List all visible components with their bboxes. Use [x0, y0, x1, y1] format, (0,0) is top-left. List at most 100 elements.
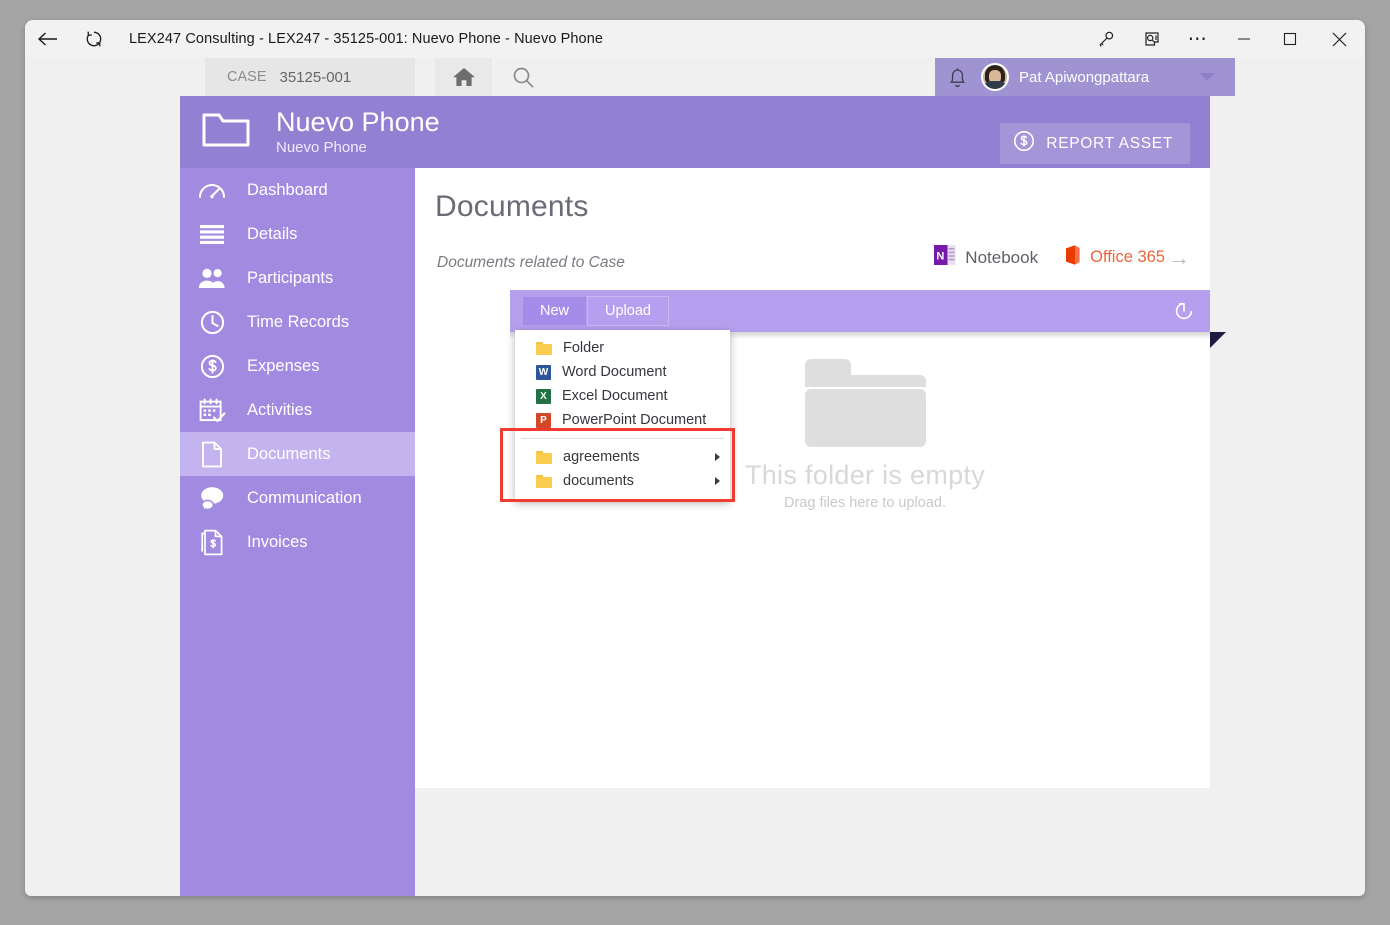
refresh-circular-icon[interactable]: [1172, 299, 1196, 323]
annotation-icon[interactable]: [1129, 20, 1175, 58]
empty-folder-icon: [804, 359, 926, 447]
toolbar-corner-marker: [1210, 332, 1226, 348]
app-top-navigation: CASE 35125-001 Pat Apiwongpattara: [180, 58, 1365, 96]
gauge-icon: [195, 179, 229, 201]
new-button-label: New: [540, 303, 570, 319]
empty-folder-state: This folder is empty Drag files here to …: [715, 353, 1015, 511]
key-icon[interactable]: [1083, 20, 1129, 58]
sidebar-item-expenses[interactable]: Expenses: [180, 344, 415, 388]
sidebar-item-label: Communication: [247, 488, 362, 507]
sidebar-item-label: Activities: [247, 400, 313, 419]
folder-icon: [536, 341, 552, 355]
refresh-icon[interactable]: [71, 20, 117, 58]
sidebar-item-invoices[interactable]: Invoices: [180, 520, 415, 564]
office365-link[interactable]: Office 365 →: [1064, 244, 1190, 271]
record-header: Nuevo Phone Nuevo Phone REPORT ASSET: [180, 96, 1210, 168]
submenu-arrow-icon[interactable]: [715, 477, 720, 485]
case-indicator[interactable]: CASE 35125-001: [205, 58, 415, 96]
sidebar-item-documents[interactable]: Documents: [180, 432, 415, 476]
invoice-icon: [195, 529, 229, 556]
office365-icon: [1064, 244, 1081, 271]
calendar-check-icon: [195, 397, 229, 423]
powerpoint-icon: P: [536, 412, 551, 428]
documents-content-panel: Documents Documents related to Case N No…: [415, 168, 1226, 788]
report-asset-label: REPORT ASSET: [1046, 134, 1173, 152]
dollar-circle-icon: [195, 354, 229, 379]
record-subtitle: Nuevo Phone: [276, 139, 367, 157]
maximize-icon[interactable]: [1267, 20, 1313, 58]
case-label: CASE: [227, 69, 267, 85]
notebook-label: Notebook: [965, 247, 1039, 267]
sidebar-navigation: Dashboard Details Participants Time Reco…: [180, 168, 415, 896]
menu-item-agreements[interactable]: agreements: [515, 445, 730, 469]
new-dropdown-menu: Folder W Word Document X Excel Document …: [515, 330, 730, 500]
empty-state-title: This folder is empty: [744, 460, 986, 490]
content-page-title: Documents: [435, 190, 589, 223]
title-bar: LEX247 Consulting - LEX247 - 35125-001: …: [25, 20, 1365, 58]
notification-bell-icon[interactable]: [935, 58, 979, 96]
menu-item-word-document[interactable]: W Word Document: [515, 360, 730, 384]
empty-state-hint: Drag files here to upload.: [783, 495, 946, 511]
documents-toolbar: New Upload: [510, 290, 1210, 332]
new-button[interactable]: New: [522, 296, 588, 326]
content-page-subtitle: Documents related to Case: [437, 254, 625, 271]
lines-icon: [195, 224, 229, 244]
svg-text:N: N: [937, 250, 945, 262]
document-icon: [195, 441, 229, 468]
user-name: Pat Apiwongpattara: [1019, 68, 1150, 86]
menu-item-label: Word Document: [562, 364, 667, 380]
sidebar-item-label: Details: [247, 224, 298, 243]
sidebar-item-participants[interactable]: Participants: [180, 256, 415, 300]
menu-item-documents[interactable]: documents: [515, 469, 730, 493]
menu-item-powerpoint-document[interactable]: P PowerPoint Document: [515, 408, 730, 432]
sidebar-item-label: Documents: [247, 444, 331, 463]
window-title: LEX247 Consulting - LEX247 - 35125-001: …: [129, 31, 604, 47]
sidebar-item-label: Time Records: [247, 312, 350, 331]
upload-button[interactable]: Upload: [587, 296, 669, 326]
sidebar-item-label: Invoices: [247, 532, 308, 551]
notebook-link[interactable]: N Notebook: [934, 244, 1038, 271]
sidebar-item-time-records[interactable]: Time Records: [180, 300, 415, 344]
application-window: LEX247 Consulting - LEX247 - 35125-001: …: [25, 20, 1365, 896]
back-arrow-icon[interactable]: [25, 20, 71, 58]
menu-separator: [521, 438, 724, 439]
upload-button-label: Upload: [605, 303, 651, 319]
folder-outline-icon: [202, 110, 250, 155]
home-icon[interactable]: [435, 58, 492, 96]
speech-bubbles-icon: [195, 486, 229, 510]
folder-icon: [536, 474, 552, 488]
menu-item-label: agreements: [563, 449, 640, 465]
submenu-arrow-icon[interactable]: [715, 453, 720, 461]
menu-item-label: documents: [563, 473, 634, 489]
folder-icon: [536, 450, 552, 464]
sidebar-item-label: Expenses: [247, 356, 320, 375]
arrow-right-icon[interactable]: →: [1168, 246, 1190, 269]
more-ellipsis-icon[interactable]: ⋯: [1175, 20, 1221, 58]
page-title: Nuevo Phone: [276, 106, 440, 137]
quicklinks: N Notebook Office 365 →: [934, 244, 1190, 271]
dollar-circle-icon: [1013, 130, 1035, 157]
onenote-icon: N: [934, 244, 956, 271]
record-title-block: Nuevo Phone Nuevo Phone: [276, 106, 440, 157]
sidebar-item-details[interactable]: Details: [180, 212, 415, 256]
office365-label: Office 365: [1090, 248, 1165, 266]
search-icon[interactable]: [492, 58, 554, 96]
close-icon[interactable]: [1313, 20, 1365, 58]
avatar: [981, 63, 1009, 91]
chevron-down-icon[interactable]: [1199, 73, 1215, 81]
menu-item-label: Excel Document: [562, 388, 668, 404]
report-asset-button[interactable]: REPORT ASSET: [1000, 123, 1190, 164]
sidebar-item-activities[interactable]: Activities: [180, 388, 415, 432]
sidebar-item-communication[interactable]: Communication: [180, 476, 415, 520]
menu-item-folder[interactable]: Folder: [515, 336, 730, 360]
excel-icon: X: [536, 388, 551, 404]
window-controls: ⋯: [1083, 20, 1365, 58]
sidebar-item-label: Participants: [247, 268, 334, 287]
minimize-icon[interactable]: [1221, 20, 1267, 58]
sidebar-item-dashboard[interactable]: Dashboard: [180, 168, 415, 212]
menu-item-label: Folder: [563, 340, 605, 356]
sidebar-item-label: Dashboard: [247, 180, 328, 199]
menu-item-excel-document[interactable]: X Excel Document: [515, 384, 730, 408]
user-menu[interactable]: Pat Apiwongpattara: [935, 58, 1235, 96]
people-icon: [195, 267, 229, 289]
